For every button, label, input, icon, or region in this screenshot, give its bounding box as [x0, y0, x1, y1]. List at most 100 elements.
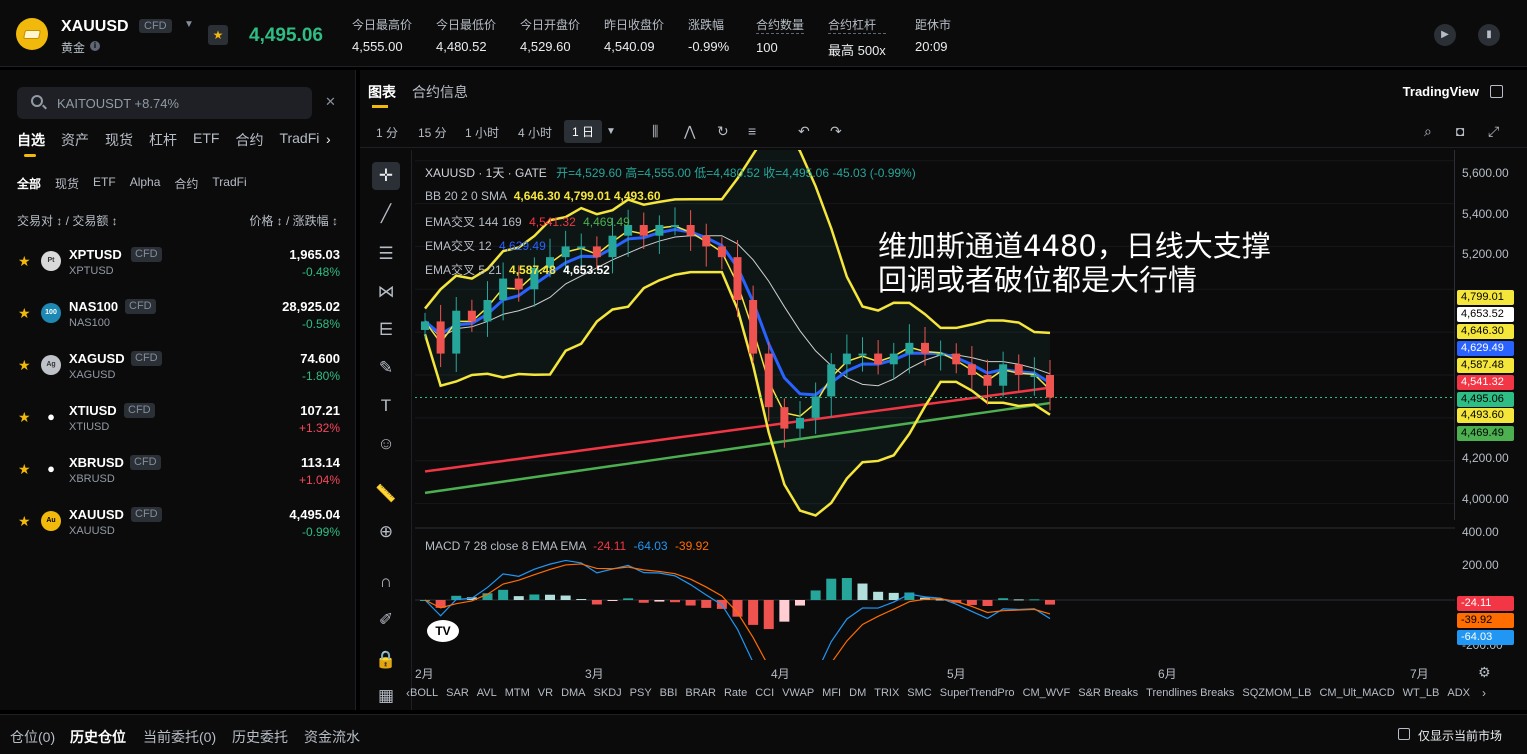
chart-settings-icon[interactable]: ⚙ — [1478, 664, 1491, 681]
tab-favorites[interactable]: 自选 — [17, 130, 45, 157]
favorite-star-icon[interactable]: ★ — [208, 25, 228, 45]
tradingview-checkbox[interactable] — [1490, 85, 1503, 98]
indicator-item[interactable]: VR — [538, 687, 553, 699]
subtab-spot[interactable]: 现货 — [55, 175, 79, 192]
list-item[interactable]: ★ Au XAUUSD CFD XAUUSD 4,495.04 -0.99% — [0, 502, 356, 554]
tf-15m[interactable]: 15 分 — [418, 124, 447, 141]
indicator-item[interactable]: CCI — [755, 687, 774, 699]
indicator-item[interactable]: Rate — [724, 687, 747, 699]
list-item[interactable]: ★ Pt XPTUSD CFD XPTUSD 1,965.03 -0.48% — [0, 242, 356, 294]
tf-1h[interactable]: 1 小时 — [465, 124, 499, 141]
tab-tradfi[interactable]: TradFi — [279, 130, 319, 150]
star-icon[interactable]: ★ — [18, 253, 31, 270]
star-icon[interactable]: ★ — [18, 513, 31, 530]
book-icon[interactable]: ▮ — [1478, 24, 1500, 46]
tab-order-history[interactable]: 历史委托 — [232, 727, 288, 747]
indicator-item[interactable]: MFI — [822, 687, 841, 699]
indicator-item[interactable]: SKDJ — [594, 687, 622, 699]
replay-icon[interactable]: ↻ — [717, 123, 729, 140]
indicators-icon[interactable]: ⋀ — [684, 123, 695, 140]
chevron-down-icon[interactable]: ▼ — [606, 126, 616, 137]
chevron-down-icon[interactable]: ▼ — [184, 19, 194, 30]
chevron-right-icon[interactable]: › — [1482, 686, 1486, 700]
indicator-item[interactable]: BOLL — [410, 687, 438, 699]
list-item[interactable]: ★ ● XTIUSD CFD XTIUSD 107.21 +1.32% — [0, 398, 356, 450]
indicator-item[interactable]: DM — [849, 687, 866, 699]
star-icon[interactable]: ★ — [18, 357, 31, 374]
tab-open-orders[interactable]: 当前委托(0) — [143, 727, 216, 747]
indicator-item[interactable]: PSY — [630, 687, 652, 699]
lock-drawing-icon[interactable]: ✐ — [372, 606, 400, 634]
tab-futures[interactable]: 合约 — [235, 130, 263, 150]
indicator-item[interactable]: CM_Ult_MACD — [1319, 687, 1394, 699]
star-icon[interactable]: ★ — [18, 461, 31, 478]
indicator-item[interactable]: BRAR — [685, 687, 716, 699]
tab-position-history[interactable]: 历史仓位 — [70, 727, 126, 747]
star-icon[interactable]: ★ — [18, 305, 31, 322]
symbol-name[interactable]: XAUUSD — [61, 18, 129, 36]
play-icon[interactable]: ▶ — [1434, 24, 1456, 46]
calendar-icon[interactable]: ▦ — [372, 682, 400, 710]
indicator-item[interactable]: MTM — [505, 687, 530, 699]
search-input[interactable]: KAITOUSDT +8.74% — [57, 96, 179, 111]
only-current-checkbox[interactable] — [1398, 728, 1410, 740]
camera-icon[interactable]: ◘ — [1456, 123, 1464, 139]
sort-pair-volume[interactable]: 交易对 ↕ / 交易额 ↕ — [17, 212, 118, 229]
tab-chart[interactable]: 图表 — [368, 82, 396, 108]
tab-contract-info[interactable]: 合约信息 — [412, 82, 468, 102]
subtab-tradfi[interactable]: TradFi — [212, 175, 246, 192]
indicator-item[interactable]: ADX_DI — [1447, 687, 1470, 699]
emoji-icon[interactable]: ☺ — [372, 430, 400, 458]
chevron-right-icon[interactable]: › — [326, 131, 331, 147]
lock-icon[interactable]: 🔒 — [372, 646, 400, 674]
fib-icon[interactable]: ⋿ — [372, 316, 400, 344]
tab-positions[interactable]: 仓位(0) — [10, 727, 55, 747]
indicator-item[interactable]: SAR — [446, 687, 469, 699]
subtab-futures[interactable]: 合约 — [174, 175, 198, 192]
pattern-icon[interactable]: ⋈ — [372, 278, 400, 306]
indicator-item[interactable]: VWAP — [782, 687, 814, 699]
indicator-item[interactable]: SuperTrendPro — [940, 687, 1015, 699]
tf-4h[interactable]: 4 小时 — [518, 124, 552, 141]
tab-margin[interactable]: 杠杆 — [149, 130, 177, 150]
trendline-icon[interactable]: ╱ — [372, 200, 400, 228]
indicator-item[interactable]: BBI — [660, 687, 678, 699]
star-icon[interactable]: ★ — [18, 409, 31, 426]
tab-assets[interactable]: 资产 — [61, 130, 89, 150]
list-item[interactable]: ★ Ag XAGUSD CFD XAGUSD 74.600 -1.80% — [0, 346, 356, 398]
indicator-item[interactable]: S&R Breaks — [1078, 687, 1138, 699]
pin-icon[interactable]: ✕ — [325, 94, 336, 110]
indicator-item[interactable]: SMC — [907, 687, 931, 699]
tf-1d[interactable]: 1 日 — [564, 120, 603, 143]
tab-spot[interactable]: 现货 — [105, 130, 133, 150]
text-icon[interactable]: T — [372, 392, 400, 420]
brush-icon[interactable]: ✎ — [372, 354, 400, 382]
sort-price-change[interactable]: 价格 ↕ / 涨跌幅 ↕ — [249, 212, 338, 229]
search-icon[interactable]: ⌕ — [1424, 123, 1432, 140]
list-item[interactable]: ★ ● XBRUSD CFD XBRUSD 113.14 +1.04% — [0, 450, 356, 502]
tf-1m[interactable]: 1 分 — [376, 124, 398, 141]
subtab-etf[interactable]: ETF — [93, 175, 116, 192]
search-box[interactable]: KAITOUSDT +8.74% — [17, 87, 312, 119]
horizontal-lines-icon[interactable]: ☰ — [372, 240, 400, 268]
info-icon[interactable]: i — [90, 41, 100, 51]
settings-list-icon[interactable]: ≡ — [748, 123, 756, 139]
undo-icon[interactable]: ↶ — [798, 123, 810, 140]
indicator-item[interactable]: Trendlines Breaks — [1146, 687, 1234, 699]
zoom-in-icon[interactable]: ⊕ — [372, 518, 400, 546]
tab-etf[interactable]: ETF — [193, 130, 219, 150]
fullscreen-icon[interactable]: ⤢ — [1488, 123, 1499, 140]
tradingview-label[interactable]: TradingView — [1403, 84, 1479, 99]
indicator-item[interactable]: DMA — [561, 687, 585, 699]
indicator-item[interactable]: TRIX — [874, 687, 899, 699]
indicator-item[interactable]: AVL — [477, 687, 497, 699]
crosshair-icon[interactable]: ✛ — [372, 162, 400, 190]
tab-funding-flow[interactable]: 资金流水 — [304, 727, 360, 747]
indicator-item[interactable]: CM_WVF — [1023, 687, 1071, 699]
indicator-item[interactable]: WT_LB — [1403, 687, 1440, 699]
subtab-all[interactable]: 全部 — [17, 175, 41, 192]
candle-type-icon[interactable]: ⫼ — [652, 123, 658, 140]
indicator-item[interactable]: SQZMOM_LB — [1242, 687, 1311, 699]
list-item[interactable]: ★ 100 NAS100 CFD NAS100 28,925.02 -0.58% — [0, 294, 356, 346]
redo-icon[interactable]: ↷ — [830, 123, 842, 140]
